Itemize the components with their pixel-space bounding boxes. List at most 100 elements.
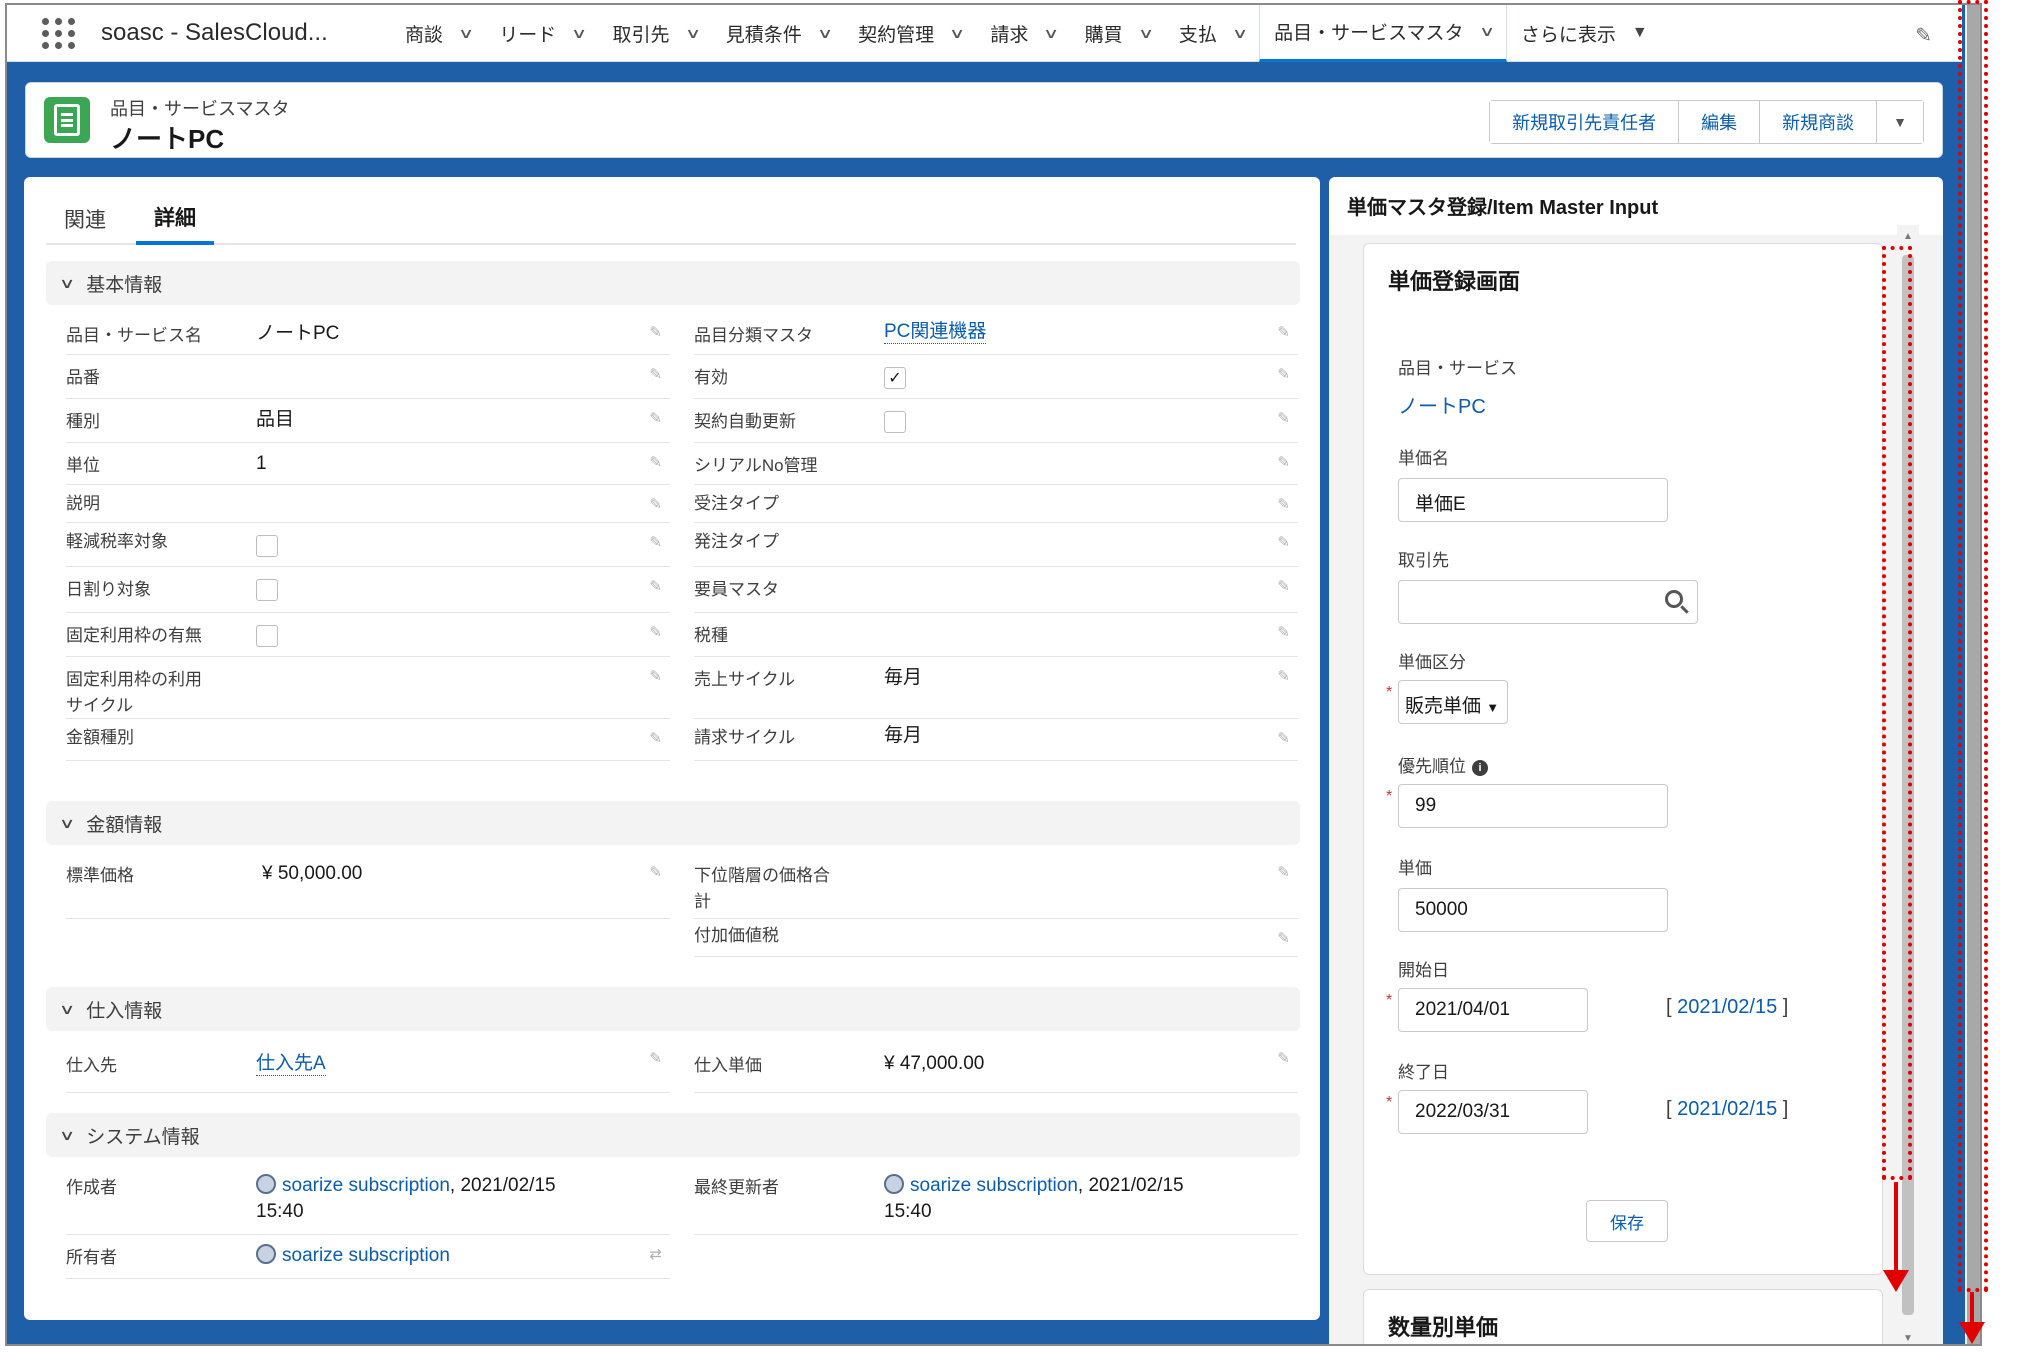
scroll-down-icon[interactable]: ▼ [1903,1333,1913,1344]
nav-item-opportunity[interactable]: 商談 ∨ [391,5,485,62]
nav-item-quote[interactable]: 見積条件 ∨ [712,5,844,62]
field-created-by: 作成者 soarize subscription, 2021/02/15 15:… [66,1165,670,1235]
field-billing-cycle: 請求サイクル 毎月 ✎ [694,719,1298,761]
caret-down-icon: ▼ [1631,24,1648,41]
end-date-input[interactable]: 2022/03/31 [1398,1090,1588,1134]
section-amount-info[interactable]: ∨ 金額情報 [46,801,1300,845]
field-value: 1 [256,453,267,474]
item-category-link[interactable]: PC関連機器 [884,321,987,344]
field-label: 品番 [66,368,100,387]
pencil-icon[interactable]: ✎ [1277,577,1290,595]
field-label: 下位階層の価格合計 [694,866,830,911]
scroll-up-icon[interactable]: ▲ [1903,231,1913,242]
chevron-down-icon[interactable]: ∨ [949,25,965,42]
section-system-info[interactable]: ∨ システム情報 [46,1113,1300,1157]
priority-input[interactable]: 99 [1398,784,1668,828]
chevron-down-icon[interactable]: ∨ [684,25,700,42]
pencil-icon[interactable]: ✎ [649,365,662,383]
pencil-icon[interactable]: ✎ [1277,365,1290,383]
new-contact-button[interactable]: 新規取引先責任者 [1490,101,1680,143]
owner-user-link[interactable]: soarize subscription [282,1245,450,1266]
created-by-user-link[interactable]: soarize subscription [282,1175,450,1196]
tab-related[interactable]: 関連 [46,193,124,245]
pencil-icon[interactable]: ✎ [1277,863,1290,881]
nav-label: 商談 [405,24,444,46]
global-nav: soasc - SalesCloud... 商談 ∨ リード ∨ 取引先 ∨ 見積条件… [7,5,1962,62]
pencil-icon[interactable]: ✎ [649,409,662,427]
nav-label: 見積条件 [725,24,802,46]
edit-button[interactable]: 編集 [1679,101,1761,143]
pencil-icon[interactable]: ✎ [649,533,662,551]
modified-by-user-link[interactable]: soarize subscription [910,1175,1078,1196]
nav-more[interactable]: さらに表示 ▼ [1507,5,1662,62]
field-serial-management: シリアルNo管理 ✎ [694,443,1298,485]
start-date-today-link[interactable]: [ 2021/02/15 ] [1666,996,1788,1019]
chevron-down-icon[interactable]: ∨ [1043,25,1059,42]
pencil-icon[interactable]: ✎ [649,453,662,471]
end-date-today-link[interactable]: [ 2021/02/15 ] [1666,1098,1788,1121]
pencil-icon[interactable]: ✎ [1277,667,1290,685]
supplier-link[interactable]: 仕入先A [256,1053,326,1076]
pencil-icon[interactable]: ✎ [649,495,662,513]
more-actions-icon[interactable]: ▼ [1877,101,1923,143]
section-title: システム情報 [86,1126,200,1148]
annotation-box-page-scrollbar [1958,0,1988,1292]
chevron-down-icon[interactable]: ∨ [817,25,833,42]
pencil-icon[interactable]: ✎ [649,623,662,641]
record-tabs: 関連 詳細 [46,193,1296,245]
pencil-icon[interactable]: ✎ [1277,495,1290,513]
change-owner-icon[interactable]: ⇄ [649,1245,662,1263]
tab-details[interactable]: 詳細 [136,193,214,245]
chevron-down-icon[interactable]: ∨ [571,25,587,42]
price-type-select[interactable]: 販売単価 ▼ [1398,680,1509,724]
chevron-down-icon[interactable]: ∨ [1138,25,1154,42]
save-button[interactable]: 保存 [1586,1200,1668,1242]
edit-nav-icon[interactable]: ✎ [1915,23,1932,48]
pencil-icon[interactable]: ✎ [1277,409,1290,427]
field-staff-master: 要員マスタ ✎ [694,567,1298,613]
nav-item-billing[interactable]: 請求 ∨ [976,5,1070,62]
pencil-icon[interactable]: ✎ [1277,1049,1290,1067]
unit-price-label: 単価 [1398,859,1432,878]
nav-item-purchase[interactable]: 購買 ∨ [1071,5,1165,62]
nav-item-payment[interactable]: 支払 ∨ [1165,5,1259,62]
field-value: ノートPC [256,323,340,344]
pencil-icon[interactable]: ✎ [1277,729,1290,747]
field-item-category: 品目分類マスタ PC関連機器 ✎ [694,313,1298,355]
pencil-icon[interactable]: ✎ [649,323,662,341]
pencil-icon[interactable]: ✎ [649,1049,662,1067]
unit-price-input[interactable]: 50000 [1398,888,1668,932]
field-label: 最終更新者 [694,1178,779,1197]
app-launcher-icon[interactable] [41,15,77,51]
pencil-icon[interactable]: ✎ [1277,453,1290,471]
section-basic-info[interactable]: ∨ 基本情報 [46,261,1300,305]
pencil-icon[interactable]: ✎ [649,729,662,747]
nav-item-contract[interactable]: 契約管理 ∨ [844,5,976,62]
price-name-input[interactable]: 単価E [1398,478,1668,522]
bracket: [ [1666,996,1678,1018]
account-lookup-input[interactable] [1398,580,1698,624]
new-opportunity-button[interactable]: 新規商談 [1760,101,1878,143]
pencil-icon[interactable]: ✎ [649,667,662,685]
section-purchase-info[interactable]: ∨ 仕入情報 [46,987,1300,1031]
user-avatar-icon [256,1174,276,1194]
nav-item-account[interactable]: 取引先 ∨ [599,5,712,62]
pencil-icon[interactable]: ✎ [649,863,662,881]
search-icon[interactable] [1665,590,1683,608]
pencil-icon[interactable]: ✎ [1277,323,1290,341]
chevron-down-icon[interactable]: ∨ [1232,25,1248,42]
pencil-icon[interactable]: ✎ [649,577,662,595]
nav-item-lead[interactable]: リード ∨ [485,5,598,62]
pencil-icon[interactable]: ✎ [1277,533,1290,551]
nav-label: 請求 [990,24,1029,46]
start-date-input[interactable]: 2021/04/01 [1398,988,1588,1032]
info-icon[interactable]: i [1472,760,1488,776]
pencil-icon[interactable]: ✎ [1277,623,1290,641]
nav-item-item-master[interactable]: 品目・サービスマスタ ∨ [1259,5,1507,62]
chevron-down-icon[interactable]: ∨ [1478,23,1494,40]
chevron-down-icon[interactable]: ∨ [458,25,474,42]
item-link[interactable]: ノートPC [1398,390,1486,419]
field-label: 固定利用枠の利用サイクル [66,670,202,715]
pencil-icon[interactable]: ✎ [1277,929,1290,947]
annotation-box-inner-scrollbar [1882,246,1912,1180]
